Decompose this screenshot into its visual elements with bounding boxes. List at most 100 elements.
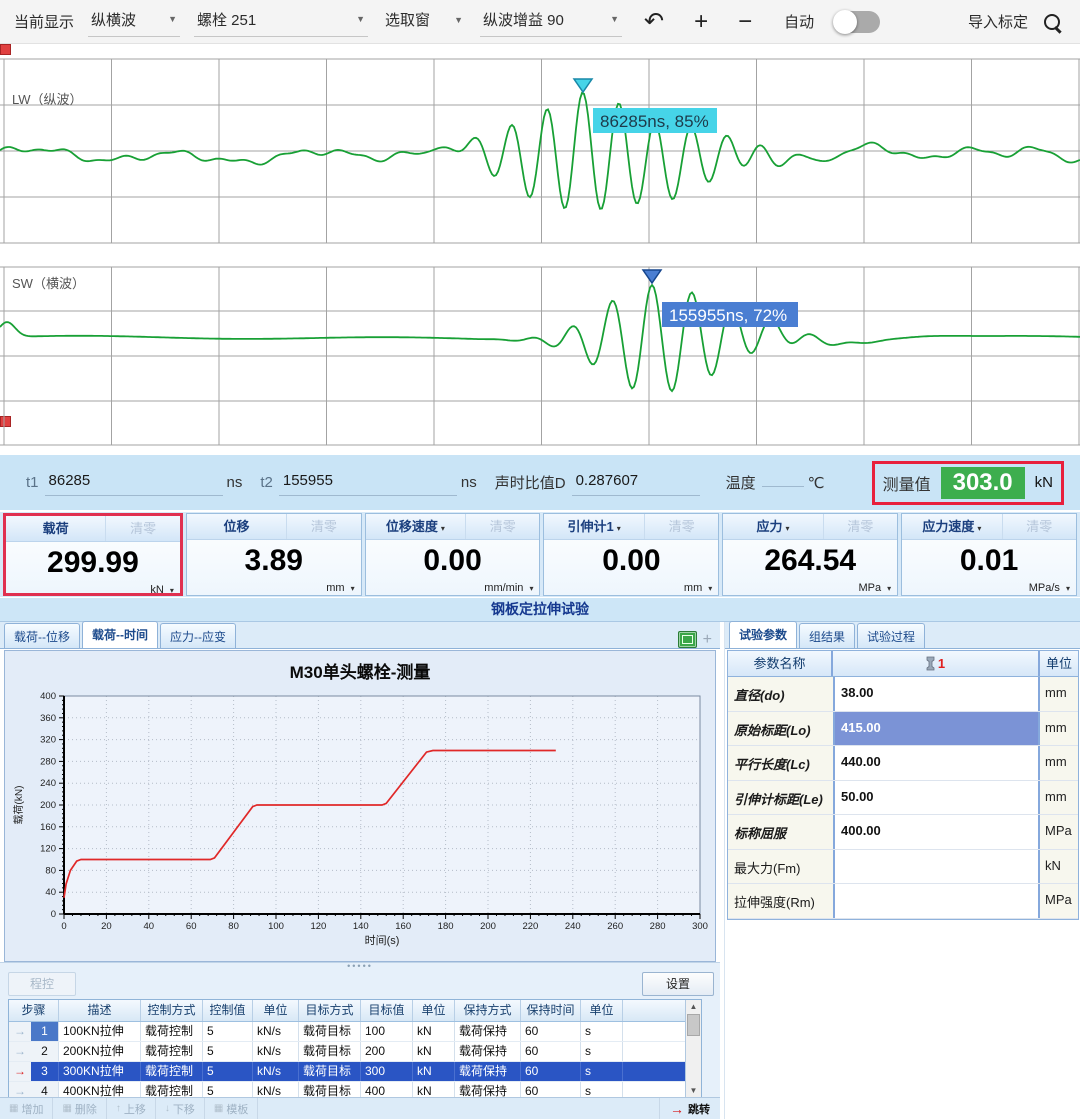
search-icon[interactable] (1044, 13, 1060, 30)
footer-button-label: 删除 (74, 1103, 97, 1116)
dropdown-icon: ▾ (350, 584, 355, 593)
t2-input[interactable]: 155955 (278, 470, 457, 496)
clear-button[interactable]: 清零 (824, 514, 897, 539)
add-chart-icon[interactable]: + (703, 631, 712, 648)
settings-button[interactable]: 设置 (642, 972, 714, 996)
gate-marker[interactable] (572, 78, 594, 94)
scroll-down-icon[interactable]: ▼ (686, 1086, 701, 1095)
svg-text:180: 180 (438, 921, 454, 932)
move-down-icon: ↓ (164, 1103, 170, 1114)
gauge-title[interactable]: 引伸计1 ▾ (544, 514, 645, 539)
param-table-header: 参数名称 1 单位 (728, 651, 1078, 677)
temperature-input[interactable] (761, 478, 804, 487)
gate-marker[interactable] (641, 269, 663, 285)
auto-toggle[interactable] (833, 9, 881, 34)
clear-button[interactable]: 清零 (1003, 514, 1076, 539)
t2-unit: ns (460, 474, 477, 491)
gauge-unit-dropdown[interactable]: MPa ▾ (723, 582, 897, 595)
step-row[interactable]: → 3 300KN拉伸 载荷控制 5 kN/s 载荷目标 300 kN 载荷保持 60 s (9, 1062, 686, 1082)
zoom-out-button[interactable]: − (730, 9, 760, 34)
param-tab-0[interactable]: 试验参数 (729, 621, 798, 648)
program-control-button[interactable]: 程控 (8, 972, 76, 996)
svg-text:0: 0 (51, 909, 56, 920)
gauge-title[interactable]: 位移速度 ▾ (366, 514, 467, 539)
splitter-handle[interactable]: ••••• (347, 962, 373, 971)
chart-tab-0[interactable]: 载荷--位移 (4, 623, 80, 648)
param-name: 原始标距(Lo) (734, 722, 811, 738)
delete-step-button[interactable]: ▦ 删除 (53, 1098, 107, 1119)
wave-label: SW（横波） (12, 276, 85, 291)
clear-button[interactable]: 清零 (466, 514, 539, 539)
svg-text:320: 320 (40, 735, 56, 746)
zoom-in-button[interactable]: + (686, 9, 716, 34)
gauge-title[interactable]: 位移 (187, 514, 288, 539)
import-calibration-button[interactable]: 导入标定 (968, 11, 1028, 32)
step-cell: 载荷保持 (455, 1062, 521, 1081)
param-row: 引伸计标距(Le) 50.00 mm (728, 780, 1078, 815)
chart-tab-2[interactable]: 应力--应变 (160, 623, 236, 648)
param-value-cell[interactable]: 400.00 (833, 815, 1040, 849)
step-number: 1 (31, 1022, 58, 1041)
param-row: 原始标距(Lo) 415.00 mm (728, 711, 1078, 746)
param-tab-2[interactable]: 试验过程 (857, 623, 926, 648)
row-arrow-icon: → (14, 1044, 26, 1058)
current-display-label: 当前显示 (14, 14, 75, 31)
param-tab-1[interactable]: 组结果 (799, 623, 856, 648)
gauge-title[interactable]: 载荷 (6, 516, 107, 541)
step-footer: ▦ 增加 ▦ 删除 ↑ 上移 ↓ 下移 ▦ 模板 → 跳转 (0, 1097, 720, 1119)
dropdown-icon: ▾ (440, 524, 445, 533)
scrollbar-thumb[interactable] (687, 1014, 700, 1036)
gauge-unit-dropdown[interactable]: mm ▾ (544, 582, 718, 595)
step-row[interactable]: → 1 100KN拉伸 载荷控制 5 kN/s 载荷目标 100 kN 载荷保持 60 s (9, 1022, 686, 1042)
load-time-plot[interactable]: 0 20 40 60 80 100 120 140 160 180 200 220 240 260 280 3… (8, 682, 714, 958)
gauge-title[interactable]: 应力速度 ▾ (902, 514, 1003, 539)
marker-label: 155955ns, 72% (669, 306, 787, 325)
add-step-icon: ▦ (9, 1103, 19, 1114)
gauge-stress: 应力 ▾ 清零 264.54 MPa ▾ (722, 513, 899, 596)
gauge-unit-dropdown[interactable]: mm ▾ (187, 582, 361, 595)
jump-button[interactable]: → 跳转 (659, 1098, 720, 1119)
param-row: 最大力(Fm) kN (728, 849, 1078, 884)
chart-tab-1[interactable]: 载荷--时间 (82, 621, 158, 648)
param-value-cell[interactable]: 38.00 (833, 677, 1040, 711)
clear-button[interactable]: 清零 (645, 514, 718, 539)
param-value-cell[interactable]: 50.00 (833, 780, 1040, 814)
display-mode-dropdown[interactable]: 纵横波 ▼ (88, 7, 181, 37)
undo-icon[interactable]: ↶ (636, 9, 672, 34)
clear-button[interactable]: 清零 (287, 514, 360, 539)
longitudinal-waveform-chart[interactable]: LW（纵波） 86285ns, 85% (0, 58, 1080, 245)
param-value-cell[interactable] (833, 884, 1040, 918)
clear-button[interactable]: 清零 (106, 516, 179, 541)
gauge-unit-dropdown[interactable]: MPa/s ▾ (902, 582, 1076, 595)
param-value-cell[interactable]: 415.00 (833, 711, 1040, 745)
gauge-value: 0.01 (959, 544, 1019, 577)
ratio-input[interactable]: 0.287607 (571, 470, 700, 496)
gauge-unit-dropdown[interactable]: mm/min ▾ (366, 582, 540, 595)
param-tabbar: 试验参数 组结果 试验过程 (725, 621, 1080, 649)
param-value-cell[interactable]: 440.00 (833, 746, 1040, 780)
move-up-button[interactable]: ↑ 上移 (107, 1098, 156, 1119)
shear-waveform-chart[interactable]: SW（横波） 155955ns, 72% (0, 266, 1080, 447)
bolt-dropdown[interactable]: 螺栓 251 ▼ (194, 7, 369, 37)
step-table-scrollbar[interactable]: ▲ ▼ (685, 1000, 701, 1097)
gauge-title[interactable]: 应力 ▾ (723, 514, 824, 539)
gain-dropdown[interactable]: 纵波增益 90 ▼ (480, 7, 623, 37)
step-cell: 60 (521, 1022, 581, 1041)
measured-value-box: 测量值 303.0 kN (871, 460, 1064, 505)
param-value-cell[interactable] (833, 849, 1040, 883)
step-col-header: 保持时间 (521, 1000, 581, 1021)
step-col-header: 单位 (581, 1000, 623, 1021)
select-window-dropdown[interactable]: 选取窗 ▼ (382, 7, 466, 36)
param-name: 标称屈服 (734, 826, 787, 841)
add-step-button[interactable]: ▦ 增加 (0, 1098, 54, 1119)
template-button[interactable]: ▦ 模板 (205, 1098, 259, 1119)
move-down-button[interactable]: ↓ 下移 (156, 1098, 205, 1119)
export-icon[interactable] (677, 631, 697, 648)
t1-input[interactable]: 86285 (44, 470, 223, 496)
gauge-unit-dropdown[interactable]: kN ▾ (6, 584, 180, 596)
step-row[interactable]: → 2 200KN拉伸 载荷控制 5 kN/s 载荷目标 200 kN 载荷保持 60 s (9, 1042, 686, 1062)
step-cell: 载荷控制 (141, 1062, 203, 1081)
step-cell: 100KN拉伸 (59, 1022, 141, 1041)
scroll-up-icon[interactable]: ▲ (686, 1002, 701, 1011)
select-window-label: 选取窗 (385, 12, 431, 29)
